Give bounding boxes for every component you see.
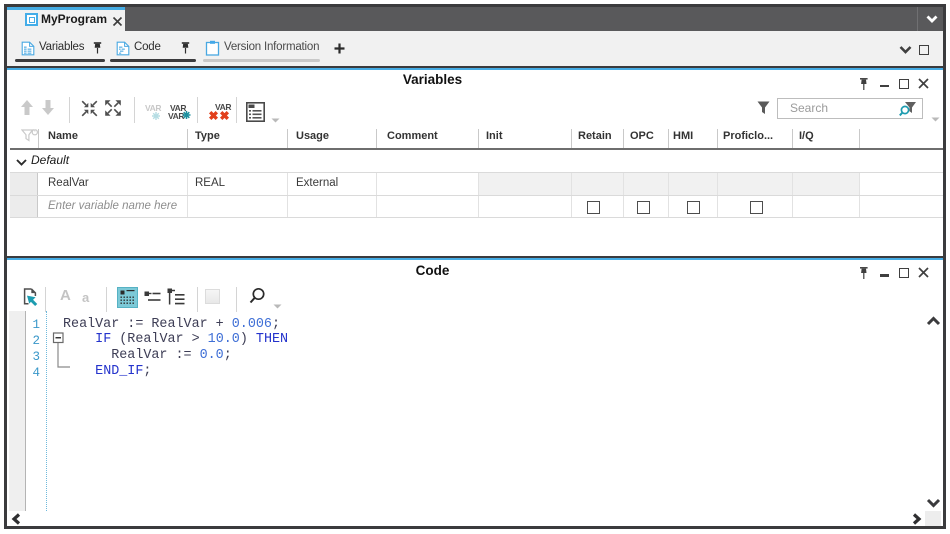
svg-text:VAR: VAR	[145, 103, 161, 113]
svg-text:VAR: VAR	[168, 111, 184, 121]
svg-text:VAR: VAR	[215, 102, 231, 112]
